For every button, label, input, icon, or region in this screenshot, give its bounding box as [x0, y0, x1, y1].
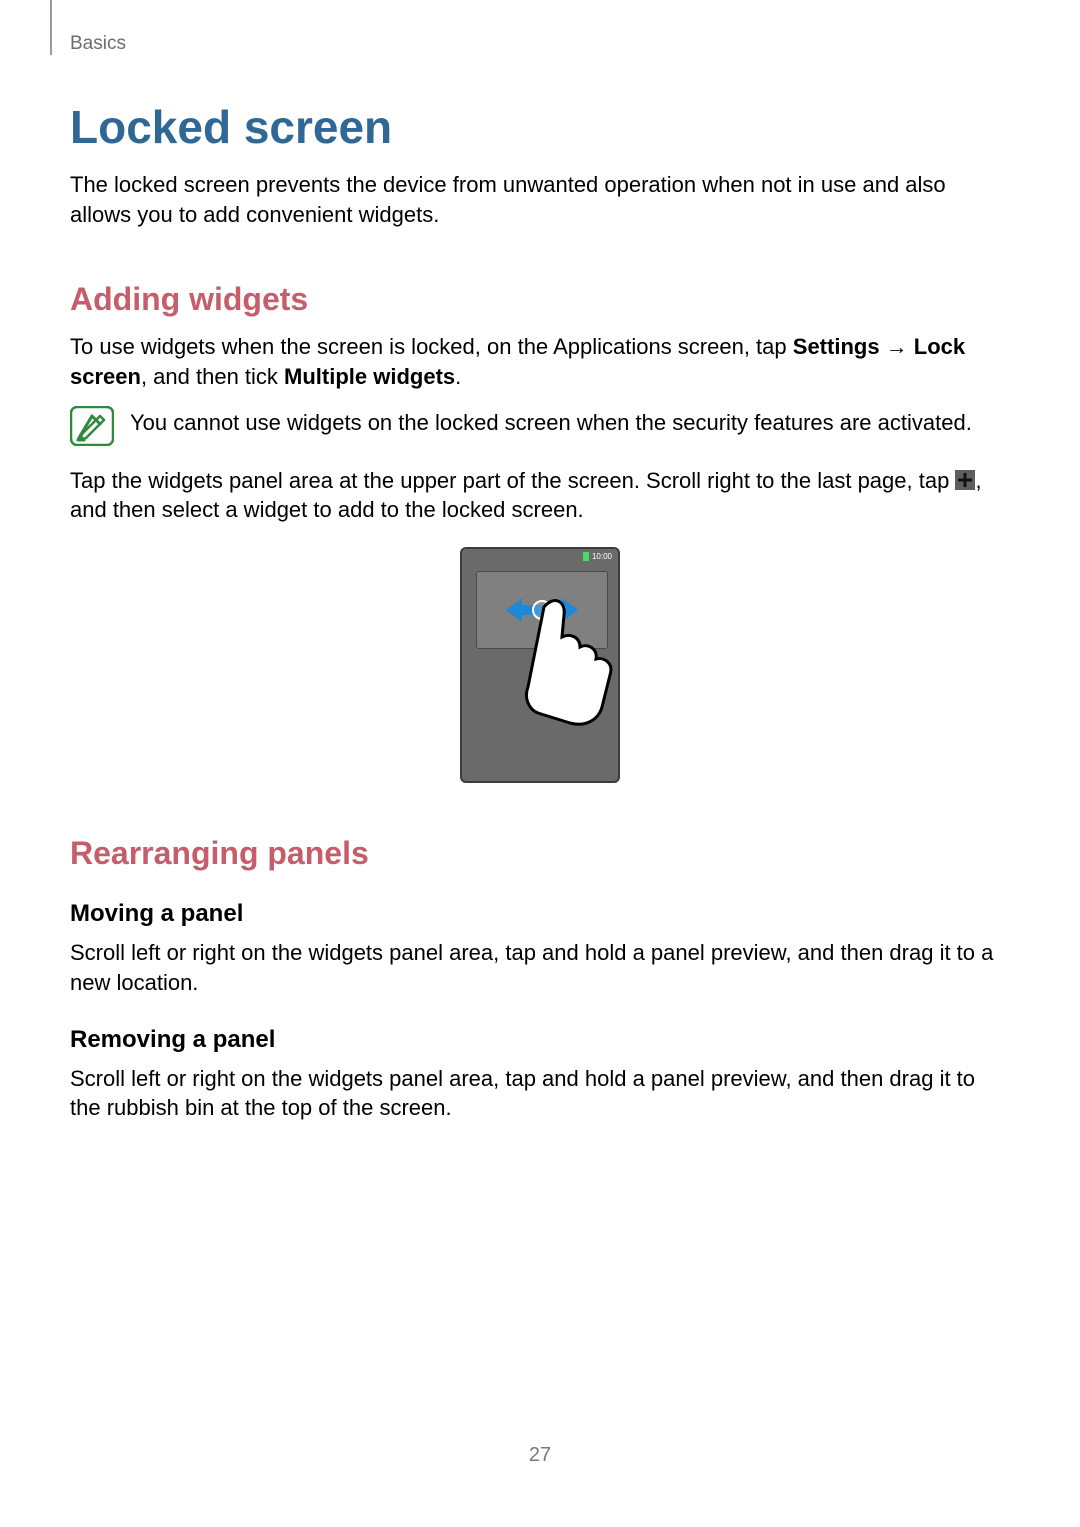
figure-locked-screen-swipe: 10:00 — [70, 547, 1010, 783]
heading-adding-widgets: Adding widgets — [70, 281, 1010, 318]
page-number: 27 — [0, 1444, 1080, 1467]
note-icon — [70, 406, 114, 446]
note-text: You cannot use widgets on the locked scr… — [130, 406, 972, 438]
text-fragment: To use widgets when the screen is locked… — [70, 334, 793, 359]
header-rule — [50, 0, 52, 55]
bold-settings: Settings — [793, 334, 880, 359]
removing-panel-paragraph: Scroll left or right on the widgets pane… — [70, 1064, 1010, 1123]
page-title: Locked screen — [70, 100, 1010, 154]
tap-widgets-paragraph: Tap the widgets panel area at the upper … — [70, 466, 1010, 525]
phone-illustration: 10:00 — [460, 547, 620, 783]
text-fragment: , and then tick — [141, 364, 284, 389]
arrow-left-icon — [506, 598, 522, 622]
arrow-glyph: → — [880, 334, 914, 359]
text-fragment: Tap the widgets panel area at the upper … — [70, 468, 955, 493]
plus-icon — [955, 470, 975, 490]
moving-panel-paragraph: Scroll left or right on the widgets pane… — [70, 938, 1010, 997]
battery-icon — [583, 552, 589, 561]
intro-paragraph: The locked screen prevents the device fr… — [70, 170, 1010, 229]
heading-rearranging-panels: Rearranging panels — [70, 835, 1010, 872]
status-time: 10:00 — [592, 552, 612, 561]
section-breadcrumb: Basics — [70, 33, 126, 55]
subheading-removing-panel: Removing a panel — [70, 1026, 1010, 1054]
page-content: Locked screen The locked screen prevents… — [70, 100, 1010, 1129]
bold-multiple-widgets: Multiple widgets — [284, 364, 455, 389]
text-fragment: . — [455, 364, 461, 389]
adding-widgets-instruction: To use widgets when the screen is locked… — [70, 332, 1010, 391]
phone-status-bar: 10:00 — [583, 552, 612, 561]
hand-icon — [524, 597, 620, 727]
subheading-moving-panel: Moving a panel — [70, 900, 1010, 928]
note-block: You cannot use widgets on the locked scr… — [70, 406, 1010, 446]
